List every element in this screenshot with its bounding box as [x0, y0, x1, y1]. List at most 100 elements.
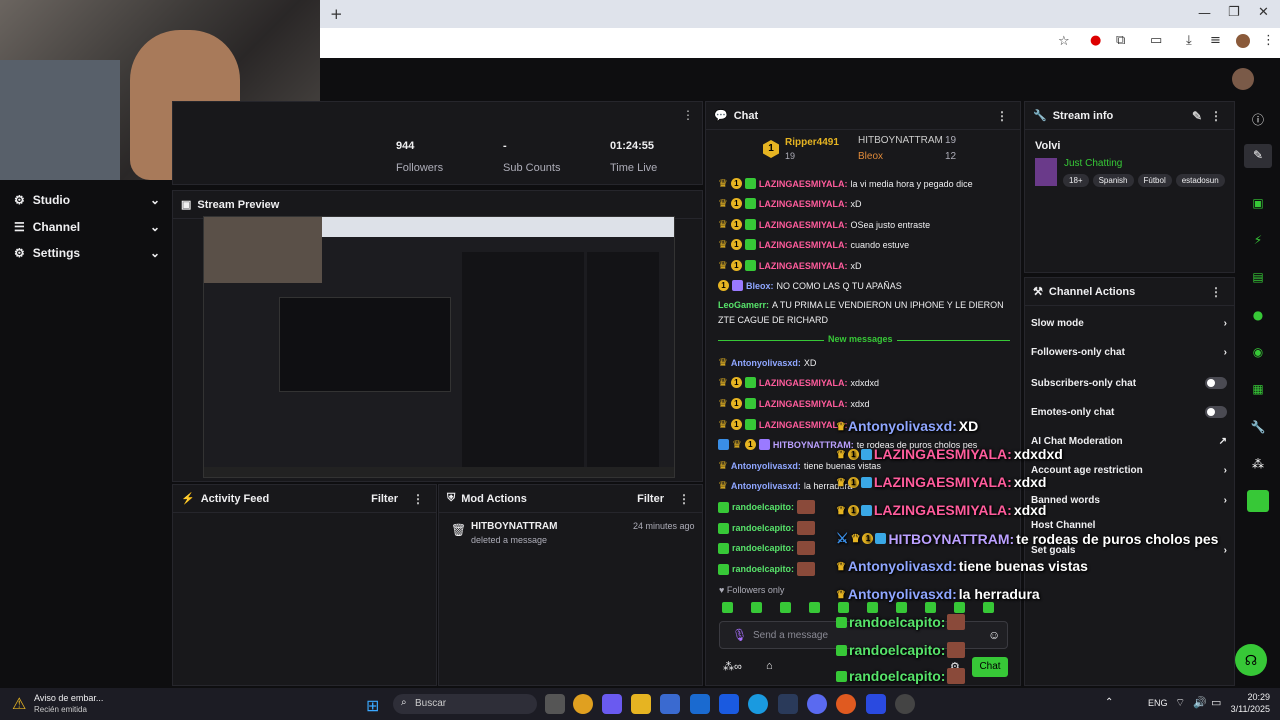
emote-icon[interactable]	[722, 602, 733, 613]
app-icon[interactable]	[895, 694, 915, 714]
broadcast-icon[interactable]: ◉	[1250, 345, 1266, 361]
chat-message[interactable]: ♛ 1 LAZINGAESMIYALA: cuando estuve	[718, 238, 909, 251]
file-explorer-icon[interactable]	[631, 694, 651, 714]
app-icon[interactable]	[866, 694, 886, 714]
new-tab-button[interactable]: +	[330, 5, 343, 23]
more-icon[interactable]: ⋮	[1206, 109, 1226, 123]
mic-icon[interactable]: 🎙	[732, 628, 747, 642]
banned-words[interactable]: Banned words ›	[1031, 495, 1227, 506]
tag[interactable]: Fútbol	[1137, 174, 1172, 187]
emotes-only-toggle[interactable]	[1205, 406, 1227, 418]
leader-3-name[interactable]: Bleox	[858, 151, 883, 162]
sidebar-item-channel[interactable]: ☰ Channel ⌄	[14, 220, 160, 234]
more-icon[interactable]: ⋮	[408, 492, 428, 506]
emotes-only-chat[interactable]: Emotes-only chat	[1031, 406, 1227, 418]
chat-message[interactable]: ♛ 1 LAZINGAESMIYALA: OSea justo entraste	[718, 218, 930, 231]
stream-preview-video[interactable]	[203, 216, 675, 478]
chat-message[interactable]: ♛ 1 LAZINGAESMIYALA: xdxd	[718, 397, 870, 410]
chat-message[interactable]: LeoGamerr: A TU PRIMA LE VENDIERON UN IPH…	[718, 300, 1004, 310]
subscribers-only-chat[interactable]: Subscribers-only chat	[1031, 377, 1227, 389]
close-window-button[interactable]: ✕	[1258, 5, 1269, 20]
account-age-restriction[interactable]: Account age restriction ›	[1031, 465, 1227, 476]
chevron-up-icon[interactable]: ⌃	[1105, 697, 1113, 708]
slow-mode[interactable]: Slow mode ›	[1031, 318, 1227, 329]
app-icon[interactable]	[1247, 490, 1269, 512]
app-icon[interactable]	[836, 694, 856, 714]
profile-avatar[interactable]	[1236, 34, 1250, 48]
maximize-button[interactable]: ❐	[1228, 5, 1240, 20]
more-icon[interactable]: ⋮	[674, 492, 694, 506]
chat-message[interactable]: ♛ Antonyolivasxd: XD	[718, 356, 816, 369]
minimize-button[interactable]: —	[1198, 6, 1211, 21]
emote-icon[interactable]	[751, 602, 762, 613]
discord-icon[interactable]	[807, 694, 827, 714]
filter-button[interactable]: Filter	[371, 493, 398, 505]
chat-message[interactable]: ♛ 1 LAZINGAESMIYALA:	[718, 418, 848, 431]
notification-title[interactable]: Aviso de embar...	[34, 693, 103, 703]
tag[interactable]: 18+	[1063, 174, 1089, 187]
cast-icon[interactable]: ▭	[1150, 33, 1162, 48]
wifi-icon[interactable]: ⌔	[1175, 696, 1185, 710]
chat-message[interactable]: ♛ 1 LAZINGAESMIYALA: xdxdxd	[718, 376, 879, 389]
emote-icon[interactable]	[867, 602, 878, 613]
sidebar-item-settings[interactable]: ⚙ Settings ⌄	[14, 246, 160, 260]
info-icon[interactable]: ⓘ	[1250, 111, 1266, 127]
clip-icon[interactable]: ▣	[1250, 196, 1266, 212]
dots-icon[interactable]: ⁂	[1250, 457, 1266, 473]
more-icon[interactable]: ⋮	[678, 108, 698, 122]
chat-bubble-icon[interactable]: ●	[1250, 308, 1266, 324]
leader-2-name[interactable]: HITBOYNATTRAM	[858, 135, 943, 146]
emote-icon[interactable]	[983, 602, 994, 613]
emote-icon[interactable]	[925, 602, 936, 613]
chat-message[interactable]: randoelcapito:	[718, 500, 816, 514]
download-icon[interactable]: ⤓	[1186, 33, 1192, 48]
warning-icon[interactable]: ⚠	[12, 694, 26, 714]
chat-message[interactable]: 1 Bleox: NO COMO LAS Q TU APAÑAS	[718, 280, 902, 291]
emote-icon[interactable]	[838, 602, 849, 613]
category-name[interactable]: Just Chatting	[1064, 158, 1122, 169]
chat-message[interactable]: randoelcapito:	[718, 521, 816, 535]
edge-icon[interactable]	[748, 694, 768, 714]
more-icon[interactable]: ⋮	[992, 109, 1012, 123]
extensions-icon[interactable]: ⧉	[1116, 33, 1125, 48]
mod-entry-user[interactable]: HITBOYNATTRAM	[471, 521, 557, 532]
layout-icon[interactable]: ▦	[1250, 382, 1266, 398]
followers-only-chat[interactable]: Followers-only chat ›	[1031, 347, 1227, 358]
taskbar-search[interactable]: ⌕ Buscar	[393, 694, 537, 714]
clock-time[interactable]: 20:29	[1230, 692, 1270, 702]
clock-date[interactable]: 3/11/2025	[1226, 704, 1270, 714]
emote-icon[interactable]	[954, 602, 965, 613]
reading-list-icon[interactable]: ≡	[1210, 33, 1221, 48]
notes-icon[interactable]: ▤	[1250, 270, 1266, 286]
more-icon[interactable]: ⋮	[1206, 285, 1226, 299]
sidebar-item-studio[interactable]: ⚙ Studio ⌄	[14, 193, 160, 207]
tag[interactable]: Spanish	[1092, 174, 1134, 187]
chat-message[interactable]: ♛ 1 LAZINGAESMIYALA: la vi media hora y peg…	[718, 177, 973, 190]
store-icon[interactable]: ⌂	[766, 660, 773, 672]
emote-icon[interactable]	[780, 602, 791, 613]
chat-message[interactable]: randoelcapito:	[718, 541, 816, 555]
opera-icon[interactable]: ●	[1090, 33, 1101, 48]
language-indicator[interactable]: ENG	[1148, 698, 1168, 708]
chat-message[interactable]: ♛ Antonyolivasxd: la herradura	[718, 479, 852, 492]
leader-1-name[interactable]: Ripper4491	[785, 137, 839, 148]
store-icon[interactable]	[660, 694, 680, 714]
browser-menu-icon[interactable]: ⋮	[1262, 33, 1275, 48]
chrome-icon[interactable]	[573, 694, 593, 714]
steam-icon[interactable]	[778, 694, 798, 714]
dropbox-icon[interactable]	[719, 694, 739, 714]
outlook-icon[interactable]	[690, 694, 710, 714]
windows-start-icon[interactable]: ⊞	[366, 696, 379, 716]
chat-message[interactable]: randoelcapito:	[718, 562, 816, 576]
edit-icon[interactable]: ✎	[1188, 109, 1206, 123]
emoji-icon[interactable]: ☺	[988, 628, 1000, 642]
chat-send-button[interactable]: Chat	[972, 657, 1008, 677]
battery-icon[interactable]: ▭	[1211, 696, 1221, 709]
copilot-icon[interactable]	[602, 694, 622, 714]
emote-icon[interactable]	[896, 602, 907, 613]
support-icon[interactable]: ☊	[1235, 644, 1267, 676]
filter-button[interactable]: Filter	[637, 493, 664, 505]
tag[interactable]: estadosun	[1175, 174, 1225, 187]
chat-message[interactable]: ♛ 1 LAZINGAESMIYALA: xD	[718, 259, 862, 272]
subscribers-only-toggle[interactable]	[1205, 377, 1227, 389]
